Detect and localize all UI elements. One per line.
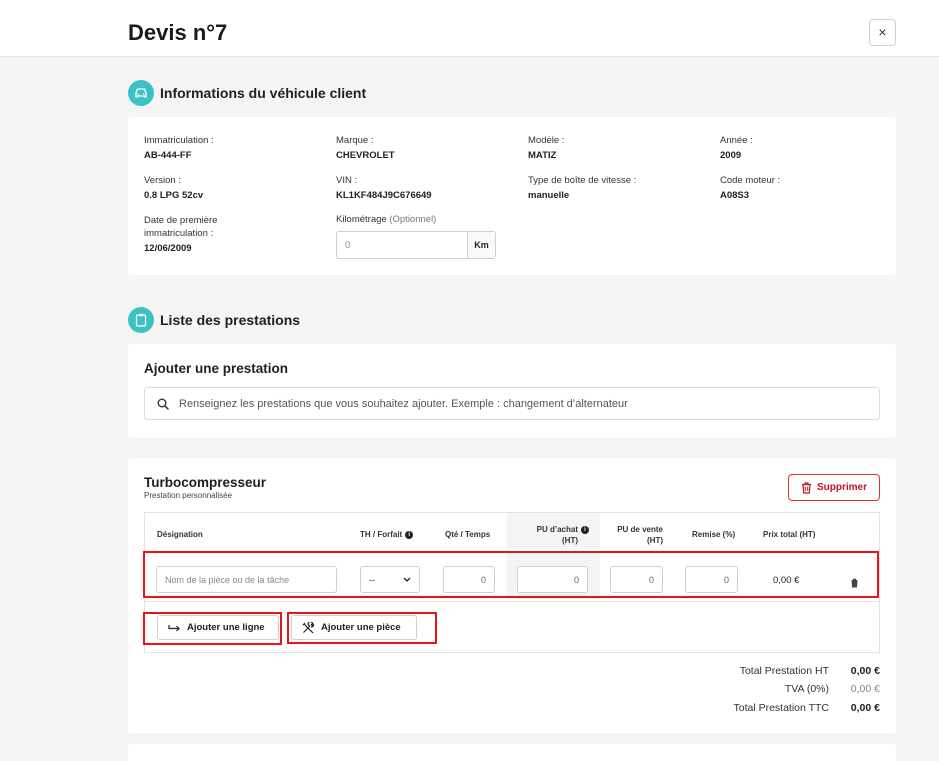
- services-section-header: Liste des prestations: [128, 307, 300, 333]
- clipboard-icon: [128, 307, 154, 333]
- col-pu-achat: PU d’achat i (HT): [517, 524, 589, 546]
- highlight-add-line: [143, 612, 282, 645]
- col-qty: Qté / Temps: [445, 530, 491, 539]
- highlight-add-part: [287, 612, 437, 644]
- car-icon: [128, 80, 154, 106]
- vehicle-section-title: Informations du véhicule client: [160, 85, 367, 101]
- col-pu-vente: PU de vente (HT): [617, 525, 663, 545]
- mileage-field[interactable]: 0 Km: [336, 231, 496, 259]
- modal-header: Devis n°7 ×: [0, 0, 939, 57]
- vehicle-info-card: Immatriculation : AB-444-FF Marque : CHE…: [128, 117, 896, 275]
- field-marque: Marque : CHEVROLET: [336, 135, 395, 161]
- vehicle-section-header: Informations du véhicule client: [128, 80, 366, 106]
- field-version: Version : 0.8 LPG 52cv: [144, 175, 204, 201]
- mileage-unit: Km: [467, 232, 495, 258]
- info-icon[interactable]: i: [581, 525, 589, 534]
- field-immatriculation: Immatriculation : AB-444-FF: [144, 135, 214, 161]
- delete-service-button[interactable]: Supprimer: [788, 474, 880, 501]
- add-service-title: Ajouter une prestation: [144, 361, 289, 376]
- search-placeholder: Renseignez les prestations que vous souh…: [179, 397, 628, 410]
- close-button[interactable]: ×: [869, 19, 896, 46]
- next-card: [128, 744, 896, 761]
- mileage-input[interactable]: 0: [337, 232, 467, 258]
- col-th-forfait: TH / Forfait i: [360, 529, 414, 540]
- close-icon: ×: [878, 24, 887, 40]
- field-gearbox: Type de boîte de vitesse : manuelle: [528, 175, 637, 201]
- col-designation: Désignation: [157, 530, 203, 539]
- services-section-title: Liste des prestations: [160, 312, 301, 328]
- service-subtitle: Prestation personnalisée: [144, 491, 233, 500]
- col-remise: Remise (%): [692, 530, 736, 539]
- col-total: Prix total (HT): [763, 530, 816, 539]
- trash-icon: [801, 481, 811, 494]
- field-first-registration: Date de première immatriculation : 12/06…: [144, 215, 218, 254]
- highlight-line-row: [143, 551, 879, 598]
- page-title: Devis n°7: [128, 20, 228, 45]
- search-icon: [157, 398, 169, 410]
- service-search-input[interactable]: Renseignez les prestations que vous souh…: [144, 387, 880, 420]
- field-vin: VIN : KL1KF484J9C676649: [336, 175, 432, 201]
- add-service-card: Ajouter une prestation Renseignez les pr…: [128, 344, 896, 438]
- field-annee: Année : 2009: [720, 135, 753, 161]
- info-icon[interactable]: i: [405, 530, 414, 539]
- mileage-label: Kilométrage (Optionnel): [336, 214, 437, 225]
- field-modele: Modèle : MATIZ: [528, 135, 565, 161]
- service-title: Turbocompresseur: [144, 475, 267, 490]
- field-engine-code: Code moteur : A08S3: [720, 175, 781, 201]
